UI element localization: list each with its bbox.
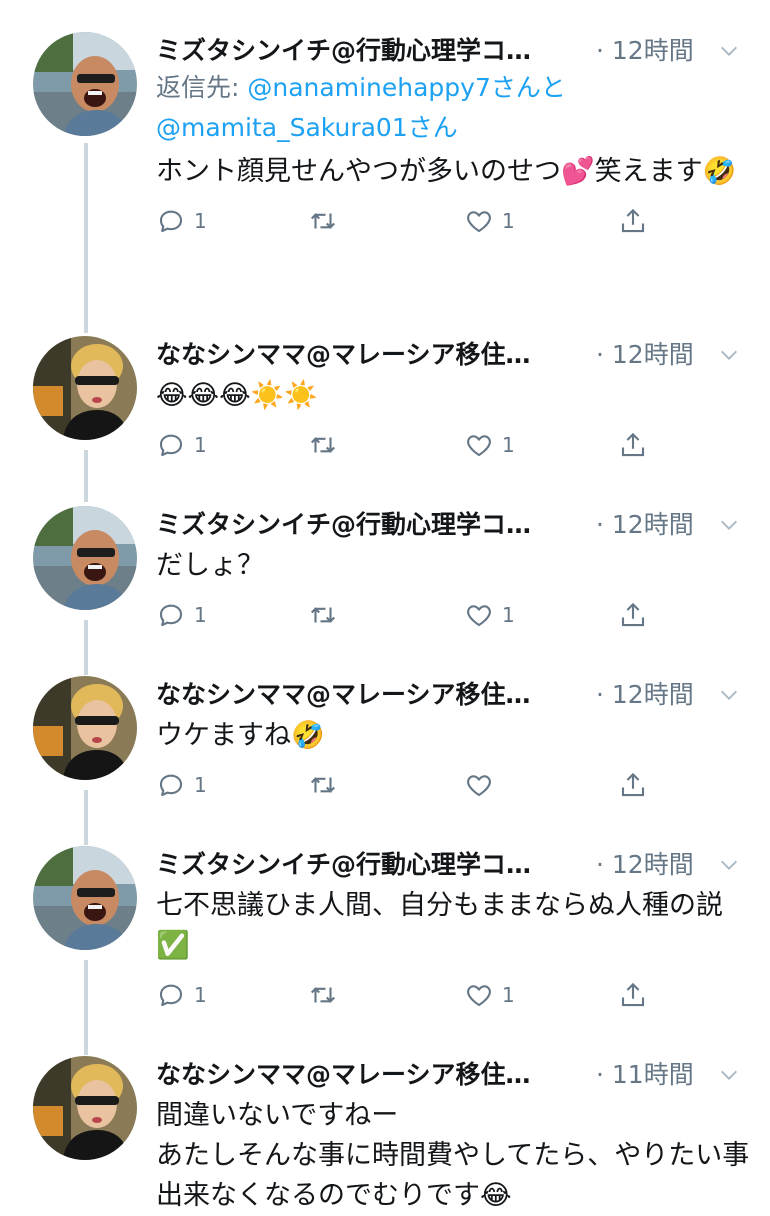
chevron-down-icon[interactable] (718, 40, 740, 62)
share-button[interactable] (618, 770, 648, 800)
reply-button[interactable]: 1 (156, 206, 207, 236)
retweet-icon (308, 770, 338, 800)
retweet-button[interactable] (308, 980, 338, 1010)
thread-line (84, 450, 88, 502)
chevron-down-icon[interactable] (718, 1064, 740, 1086)
tweet-text: ウケますね🤣 (156, 720, 325, 751)
author-name[interactable]: ミズタシンイチ@行動心理学コ… (156, 848, 586, 882)
reply-icon (156, 206, 186, 236)
tweet-text: 間違いないですねー あたしそんな事に時間費やしてたら、やりたい事出来なくなるので… (156, 1100, 750, 1211)
like-icon (464, 206, 494, 236)
like-button[interactable] (464, 770, 494, 800)
author-name[interactable]: ななシンママ@マレーシア移住… (156, 678, 586, 712)
timestamp[interactable]: · 12時間 (596, 508, 694, 542)
share-icon (618, 980, 648, 1010)
tweet-text: 七不思議ひま人間、自分もままならぬ人種の説✅ (156, 890, 723, 961)
share-icon (618, 206, 648, 236)
timestamp[interactable]: · 12時間 (596, 678, 694, 712)
retweet-icon (308, 206, 338, 236)
like-button[interactable]: 1 (464, 980, 515, 1010)
avatar[interactable] (33, 1056, 137, 1160)
thread-line (84, 960, 88, 1055)
share-icon (618, 430, 648, 460)
like-count: 1 (502, 603, 515, 627)
like-icon (464, 600, 494, 630)
thread-line (84, 620, 88, 675)
retweet-icon (308, 430, 338, 460)
avatar[interactable] (33, 676, 137, 780)
mention-link[interactable]: @mamita_Sakura01さん (156, 113, 458, 142)
action-bar: 1 1 (156, 430, 752, 470)
like-button[interactable]: 1 (464, 600, 515, 630)
reply-icon (156, 430, 186, 460)
mention-link[interactable]: @nanaminehappy7さんと (247, 73, 565, 102)
retweet-button[interactable] (308, 206, 338, 236)
like-button[interactable]: 1 (464, 206, 515, 236)
tweet-text: ホント顔見せんやつが多いのせつ💕笑えます🤣 (156, 156, 737, 187)
reply-to-label: 返信先: (156, 73, 240, 102)
action-bar: 1 1 (156, 980, 752, 1020)
like-count: 1 (502, 433, 515, 457)
chevron-down-icon[interactable] (718, 684, 740, 706)
share-button[interactable] (618, 206, 648, 236)
avatar[interactable] (33, 846, 137, 950)
action-bar: 1 1 (156, 600, 752, 640)
like-icon (464, 980, 494, 1010)
share-button[interactable] (618, 600, 648, 630)
reply-to: 返信先: @nanaminehappy7さんと @mamita_Sakura01… (156, 68, 752, 148)
reply-button[interactable]: 1 (156, 980, 207, 1010)
like-count: 1 (502, 983, 515, 1007)
like-icon (464, 430, 494, 460)
reply-icon (156, 770, 186, 800)
reply-button[interactable]: 1 (156, 430, 207, 460)
like-count: 1 (502, 209, 515, 233)
retweet-icon (308, 980, 338, 1010)
timestamp[interactable]: · 12時間 (596, 34, 694, 68)
share-icon (618, 600, 648, 630)
like-icon (464, 770, 494, 800)
author-name[interactable]: ミズタシンイチ@行動心理学コ… (156, 34, 586, 68)
retweet-button[interactable] (308, 600, 338, 630)
author-name[interactable]: ななシンママ@マレーシア移住… (156, 338, 586, 372)
chevron-down-icon[interactable] (718, 344, 740, 366)
retweet-icon (308, 600, 338, 630)
retweet-button[interactable] (308, 430, 338, 460)
action-bar: 1 1 (156, 206, 752, 246)
action-bar: 1 (156, 770, 752, 810)
reply-icon (156, 600, 186, 630)
avatar[interactable] (33, 506, 137, 610)
share-button[interactable] (618, 980, 648, 1010)
tweet-text: だしょ？ (156, 550, 264, 581)
avatar[interactable] (33, 336, 137, 440)
reply-count: 1 (194, 603, 207, 627)
reply-count: 1 (194, 983, 207, 1007)
avatar[interactable] (33, 32, 137, 136)
author-name[interactable]: ミズタシンイチ@行動心理学コ… (156, 508, 586, 542)
thread-line (84, 790, 88, 845)
chevron-down-icon[interactable] (718, 854, 740, 876)
author-name[interactable]: ななシンママ@マレーシア移住… (156, 1058, 586, 1092)
reply-count: 1 (194, 433, 207, 457)
reply-button[interactable]: 1 (156, 600, 207, 630)
retweet-button[interactable] (308, 770, 338, 800)
reply-count: 1 (194, 209, 207, 233)
share-button[interactable] (618, 430, 648, 460)
like-button[interactable]: 1 (464, 430, 515, 460)
share-icon (618, 770, 648, 800)
tweet-text: 😂😂😂☀️☀️ (156, 380, 318, 411)
reply-button[interactable]: 1 (156, 770, 207, 800)
timestamp[interactable]: · 11時間 (596, 1058, 694, 1092)
reply-icon (156, 980, 186, 1010)
timestamp[interactable]: · 12時間 (596, 848, 694, 882)
reply-count: 1 (194, 773, 207, 797)
thread-line (84, 143, 88, 333)
chevron-down-icon[interactable] (718, 514, 740, 536)
timestamp[interactable]: · 12時間 (596, 338, 694, 372)
